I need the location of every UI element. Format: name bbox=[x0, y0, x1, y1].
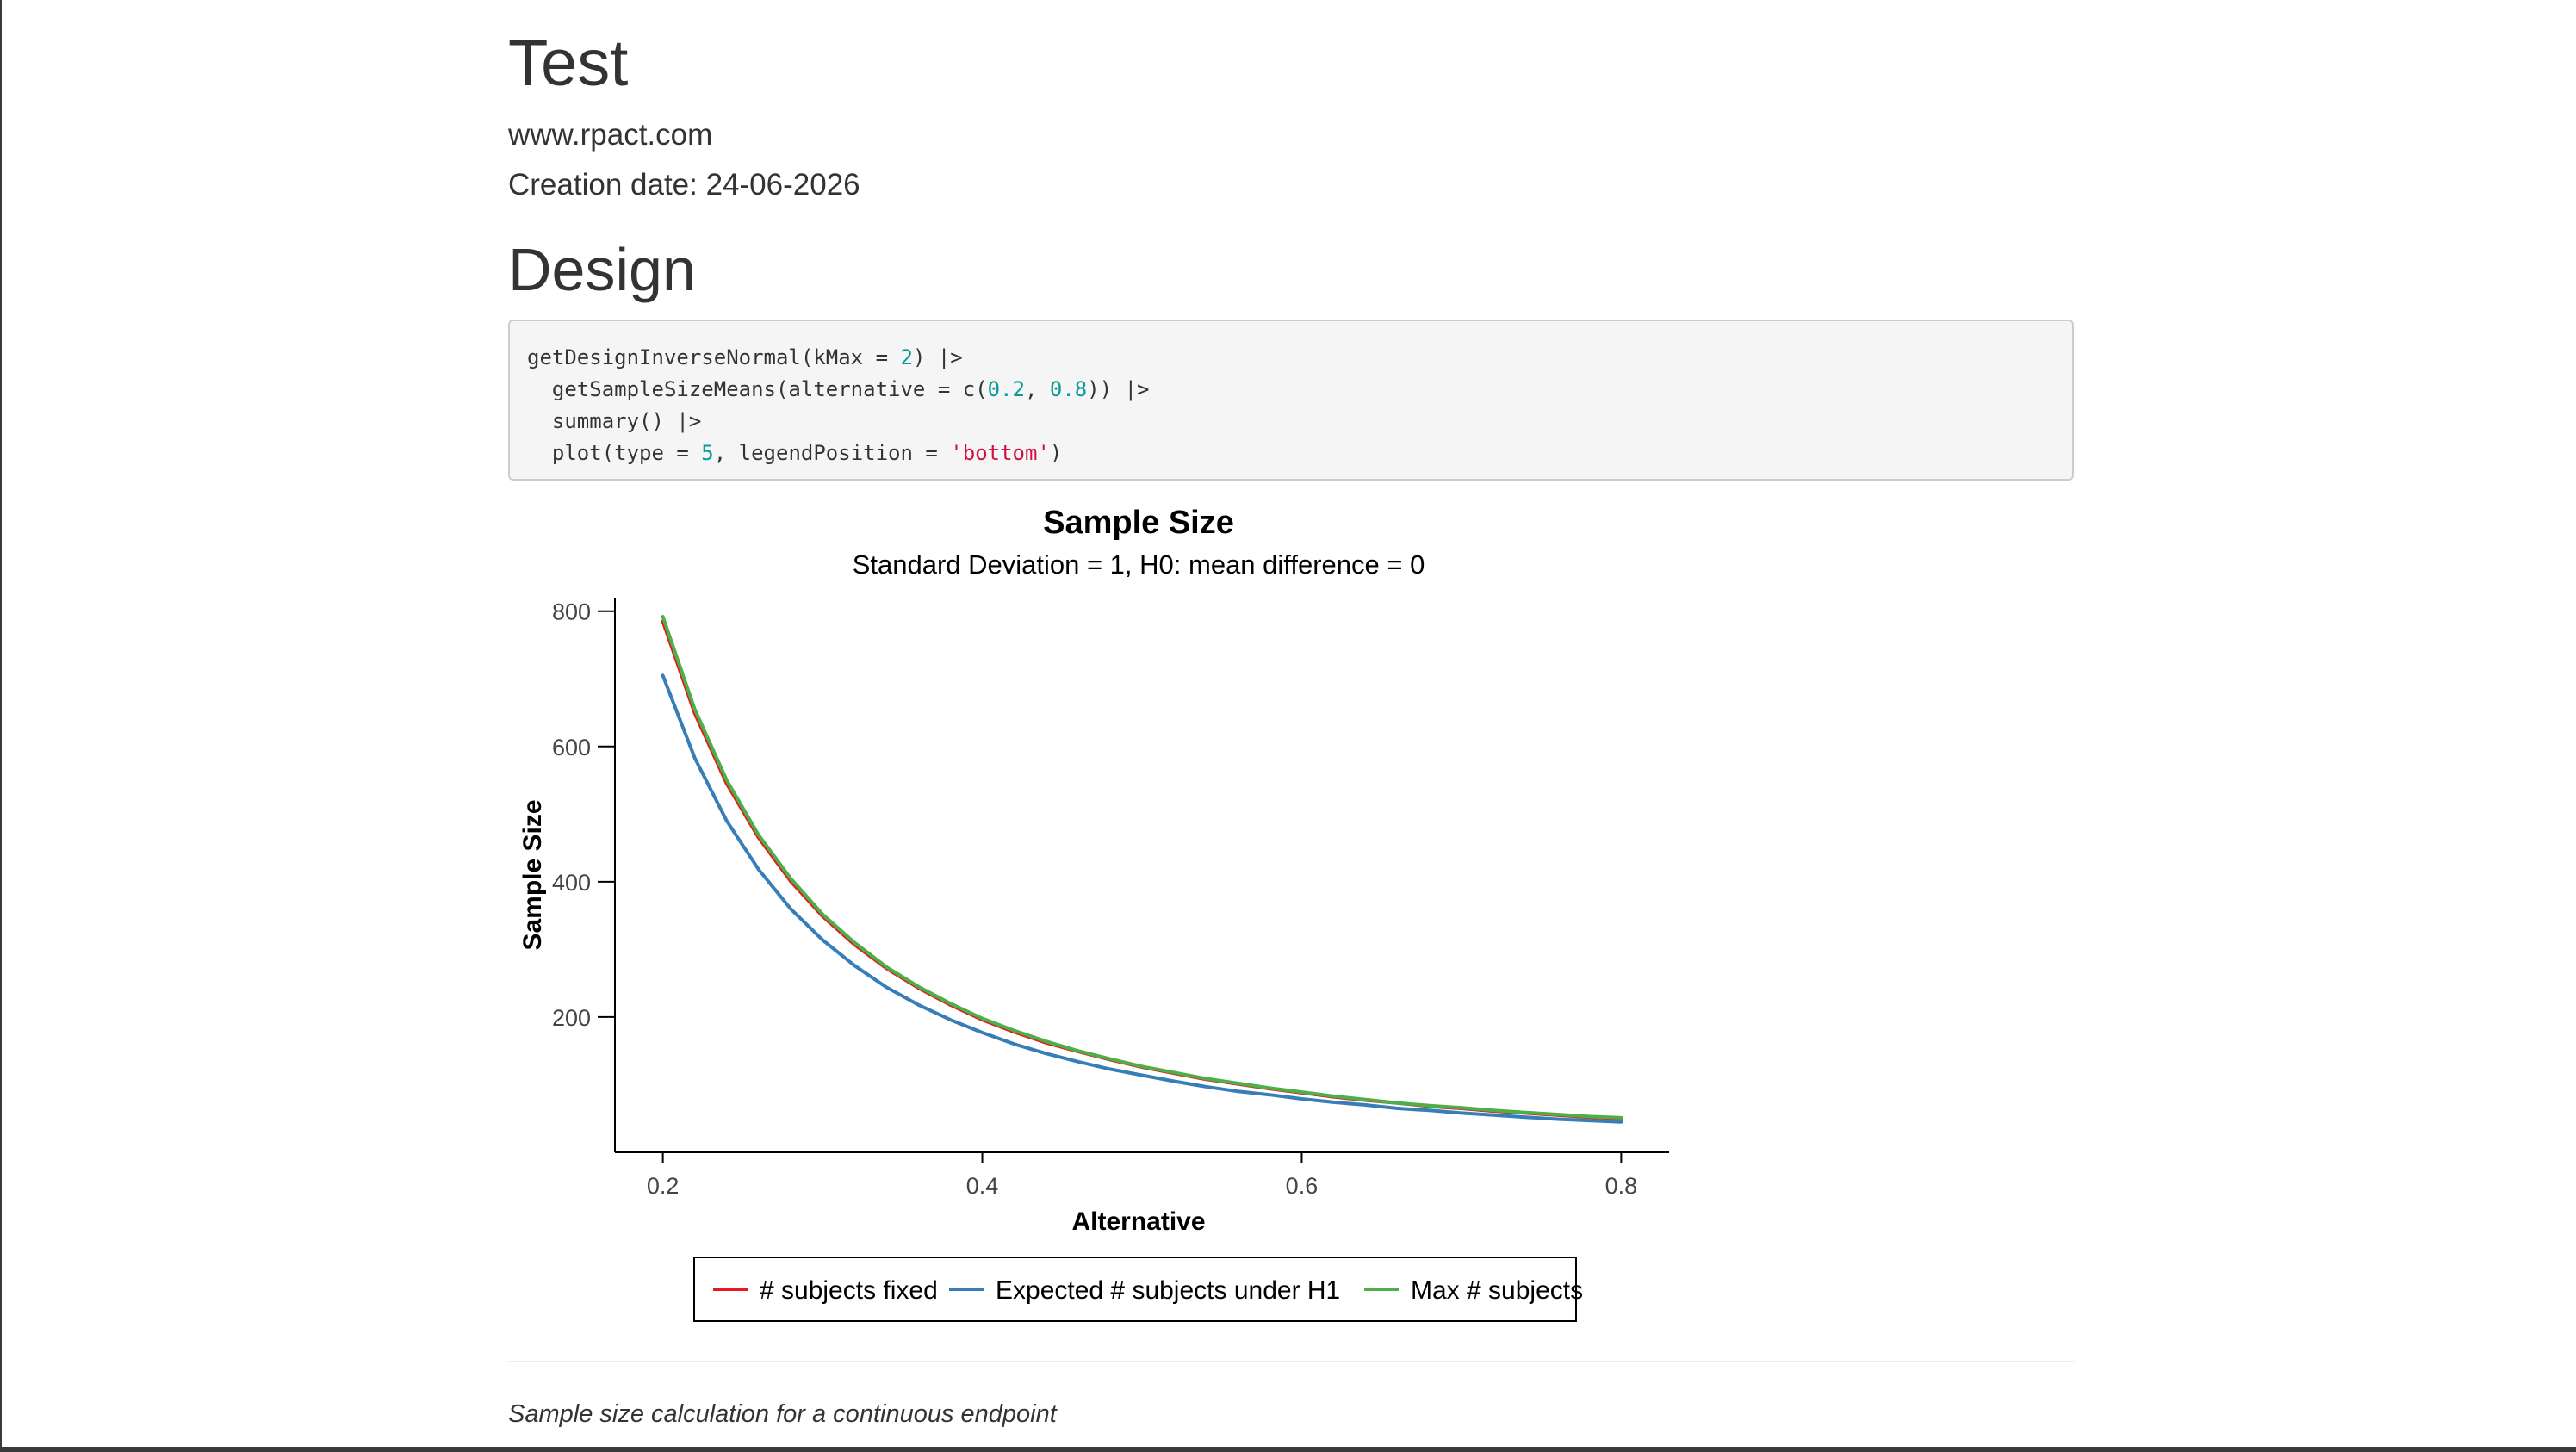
series-line bbox=[661, 619, 1623, 1120]
code-token: getDesignInverseNormal(kMax = bbox=[527, 345, 901, 369]
code-string-token: 'bottom' bbox=[950, 441, 1050, 465]
code-token: , legendPosition = bbox=[713, 441, 951, 465]
x-axis-label: Alternative bbox=[1071, 1207, 1205, 1236]
horizontal-rule bbox=[508, 1361, 2074, 1362]
y-axis-label: Sample Size bbox=[518, 799, 547, 950]
code-number-token: 0.8 bbox=[1049, 377, 1088, 401]
code-line: plot(type = 5, legendPosition = 'bottom'… bbox=[527, 437, 2072, 469]
figure-caption: Sample size calculation for a continuous… bbox=[508, 1400, 1057, 1428]
legend-entry: # subjects fixed bbox=[760, 1276, 938, 1305]
code-line: getDesignInverseNormal(kMax = 2) |> bbox=[527, 342, 2072, 374]
y-tick-label: 400 bbox=[552, 870, 591, 896]
code-number-token: 5 bbox=[701, 441, 714, 465]
document-creation-date: Creation date: 24-06-2026 bbox=[508, 168, 860, 202]
code-line: getSampleSizeMeans(alternative = c(0.2, … bbox=[527, 374, 2072, 406]
code-token: , bbox=[1024, 377, 1050, 401]
x-tick-label: 0.2 bbox=[647, 1173, 680, 1199]
y-tick-label: 600 bbox=[552, 735, 591, 760]
y-tick-label: 800 bbox=[552, 599, 591, 625]
code-number-token: 2 bbox=[900, 345, 913, 369]
x-tick-label: 0.6 bbox=[1286, 1173, 1319, 1199]
series-line bbox=[661, 615, 1623, 1120]
code-line: summary() |> bbox=[527, 406, 2072, 437]
legend-entry: Max # subjects bbox=[1411, 1276, 1583, 1305]
code-token: summary() |> bbox=[527, 409, 702, 433]
section-heading-design: Design bbox=[508, 236, 696, 303]
code-number-token: 0.2 bbox=[987, 377, 1025, 401]
code-token: ) |> bbox=[912, 345, 963, 369]
code-token: )) |> bbox=[1087, 377, 1150, 401]
code-token: plot(type = bbox=[527, 441, 702, 465]
document-title: Test bbox=[508, 27, 629, 100]
x-tick-label: 0.4 bbox=[966, 1173, 999, 1199]
code-token: getSampleSizeMeans(alternative = c( bbox=[527, 377, 988, 401]
y-tick-label: 200 bbox=[552, 1005, 591, 1031]
code-token: ) bbox=[1049, 441, 1063, 465]
sample-size-chart: Sample Size Standard Deviation = 1, H0: m… bbox=[518, 505, 1669, 1322]
x-tick-label: 0.8 bbox=[1605, 1173, 1638, 1199]
code-block: getDesignInverseNormal(kMax = 2) |> getS… bbox=[508, 320, 2074, 481]
document-author: www.rpact.com bbox=[508, 118, 713, 152]
chart-title: Sample Size bbox=[1043, 505, 1234, 541]
chart-subtitle: Standard Deviation = 1, H0: mean differe… bbox=[853, 549, 1425, 580]
legend-entry: Expected # subjects under H1 bbox=[996, 1276, 1340, 1305]
